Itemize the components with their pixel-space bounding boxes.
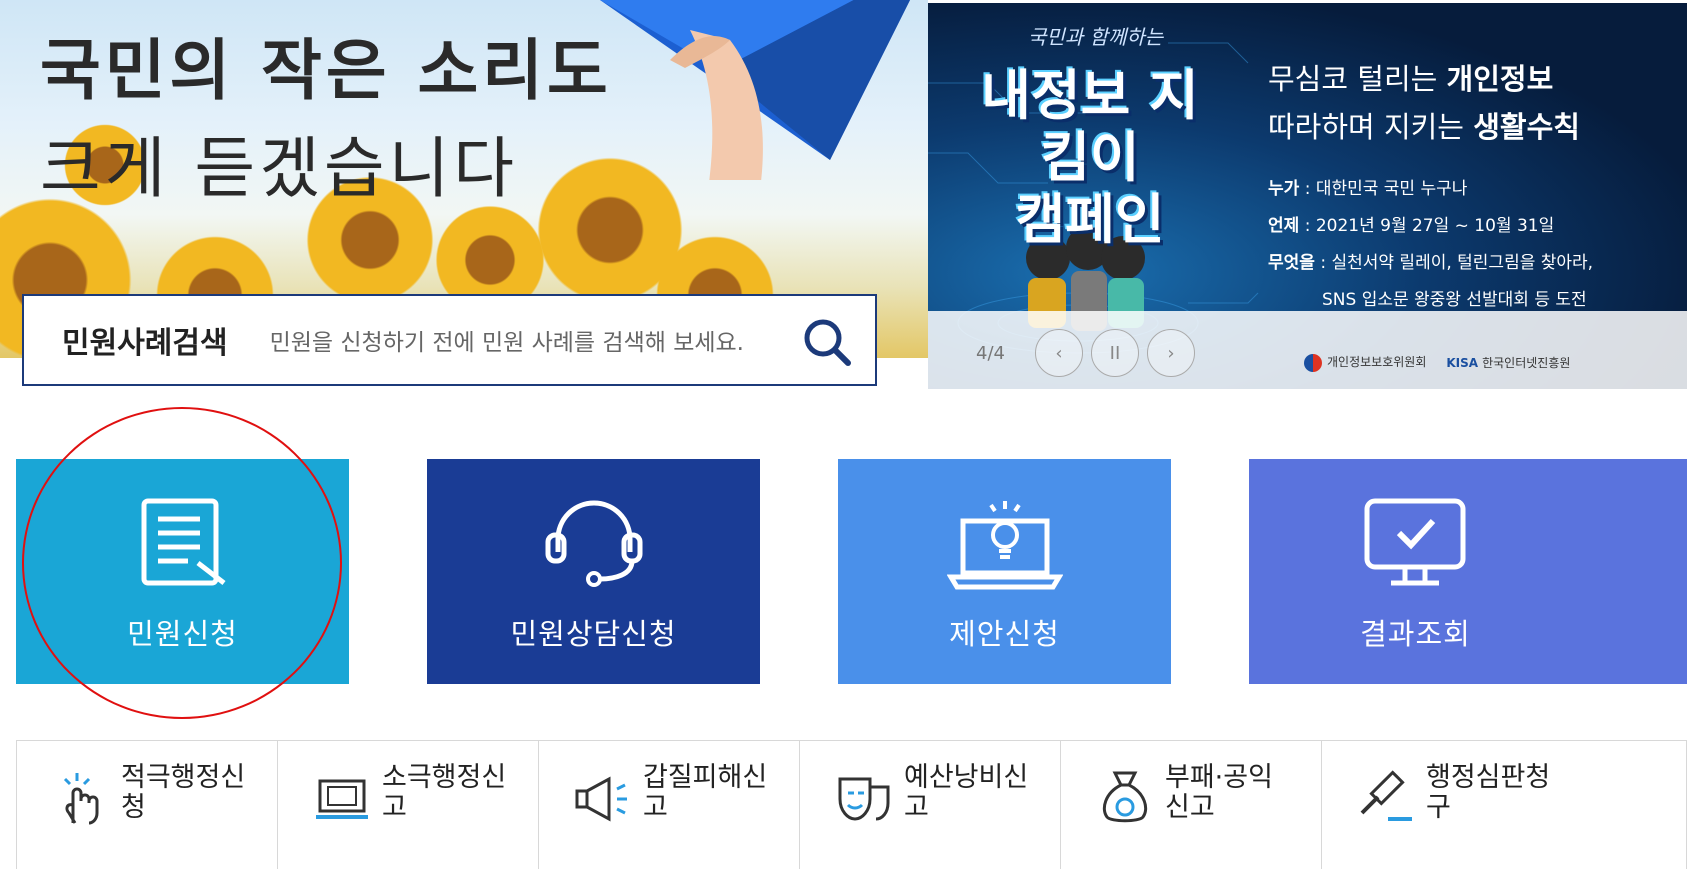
link-label: 부패·공익 신고 (1165, 762, 1273, 823)
headline-2-plain: 따라하며 지키는 (1268, 110, 1474, 144)
tile-result-lookup[interactable]: 결과조회 (1249, 459, 1687, 684)
who-value: : 대한민국 국민 누구나 (1304, 179, 1468, 199)
pointer-hand-icon (63, 773, 99, 825)
what-value: : 실천서약 릴레이, 털린그림을 찾아라, (1320, 253, 1594, 273)
laptop-icon (316, 779, 368, 819)
banner-campaign-title: 내정보 지킴이 캠페인 (980, 65, 1200, 251)
link-label: 예산낭비신고 (904, 762, 1029, 823)
pipc-logo-text: 개인정보보호위원회 (1327, 355, 1427, 369)
link-label: 갑질피해신고 (643, 762, 768, 823)
banner-info: 누가 : 대한민국 국민 누구나 언제 : 2021년 9월 27일 ~ 10월… (1268, 171, 1593, 319)
link-admin-appeal[interactable]: 행정심판청구 (1322, 741, 1583, 869)
tile-label: 제안신청 (949, 617, 1060, 651)
banner-campaign-title-line2: 캠페인 (1015, 188, 1165, 251)
headline-2-bold: 생활수칙 (1473, 110, 1580, 144)
megaphone-icon (575, 776, 627, 822)
link-corruption-report[interactable]: 부패·공익 신고 (1061, 741, 1322, 869)
money-bag-icon (1102, 771, 1148, 823)
headline-1-plain: 무심코 털리는 (1268, 62, 1447, 96)
banner-campaign-title-line1: 내정보 지킴이 (981, 64, 1199, 189)
paper-plane-hand-illustration (600, 0, 910, 180)
headline-1-bold: 개인정보 (1446, 62, 1554, 96)
kisa-mark: KISA (1446, 355, 1479, 370)
link-passive-admin[interactable]: 소극행정신고 (278, 741, 539, 869)
quick-links: 적극행정신청 소극행정신고 갑질피해신고 예산낭비신고 부패·공익 신고 행정심… (16, 740, 1687, 869)
hero-title: 국민의 작은 소리도 크게 듣겠습니다 (40, 22, 612, 218)
kisa-logo: KISA 한국인터넷진흥원 (1446, 354, 1570, 371)
banner-subtitle: 국민과 함께하는 (1028, 25, 1164, 49)
banner-logos: 개인정보보호위원회 KISA 한국인터넷진흥원 (1304, 353, 1570, 372)
campaign-banner[interactable]: 국민과 함께하는 내정보 지킴이 캠페인 무심코 털리는 개인정보 따라하며 지… (928, 3, 1687, 389)
lightbulb-laptop-icon (946, 501, 1063, 590)
link-abuse-report[interactable]: 갑질피해신고 (539, 741, 800, 869)
tile-proposal[interactable]: 제안신청 (838, 459, 1171, 684)
search-icon[interactable] (801, 316, 853, 368)
who-label: 누가 (1268, 179, 1300, 199)
when-value: : 2021년 9월 27일 ~ 10월 31일 (1304, 216, 1555, 236)
tile-consultation[interactable]: 민원상담신청 (427, 459, 760, 684)
pager-count: 4/4 (976, 342, 1005, 364)
tile-civil-complaint[interactable]: 민원신청 (16, 459, 349, 684)
link-label: 적극행정신청 (121, 762, 246, 823)
banner-pager: 4/4 ‹ II › (976, 329, 1195, 377)
link-label: 행정심판청구 (1426, 762, 1551, 823)
tile-label: 민원신청 (127, 617, 238, 651)
when-label: 언제 (1268, 216, 1300, 236)
link-label: 소극행정신고 (382, 762, 507, 823)
pipc-logo: 개인정보보호위원회 (1304, 353, 1426, 372)
document-icon (141, 498, 226, 586)
gavel-icon (1360, 770, 1412, 821)
monitor-check-icon (1364, 498, 1466, 586)
government-emblem-icon (1304, 353, 1322, 372)
case-search-box[interactable]: 민원사례검색 민원을 신청하기 전에 민원 사례를 검색해 보세요. (22, 294, 877, 386)
search-input[interactable]: 민원을 신청하기 전에 민원 사례를 검색해 보세요. (270, 323, 744, 357)
link-proactive-admin[interactable]: 적극행정신청 (17, 741, 278, 869)
pause-icon[interactable]: II (1090, 329, 1139, 377)
search-label: 민원사례검색 (62, 326, 228, 361)
hero-title-line2: 크게 듣겠습니다 (40, 130, 519, 207)
link-budget-waste[interactable]: 예산낭비신고 (800, 741, 1061, 869)
kisa-logo-text: 한국인터넷진흥원 (1482, 355, 1571, 370)
theater-mask-icon (838, 777, 890, 821)
prev-arrow-icon[interactable]: ‹ (1034, 329, 1083, 377)
headset-icon (545, 500, 642, 587)
banner-headline: 무심코 털리는 개인정보 따라하며 지키는 생활수칙 (1268, 55, 1580, 151)
hero-title-line1: 국민의 작은 소리도 (40, 32, 612, 109)
tile-label: 결과조회 (1360, 617, 1471, 651)
tile-label: 민원상담신청 (510, 617, 677, 651)
what-label: 무엇을 (1268, 253, 1315, 273)
next-arrow-icon[interactable]: › (1146, 329, 1195, 377)
